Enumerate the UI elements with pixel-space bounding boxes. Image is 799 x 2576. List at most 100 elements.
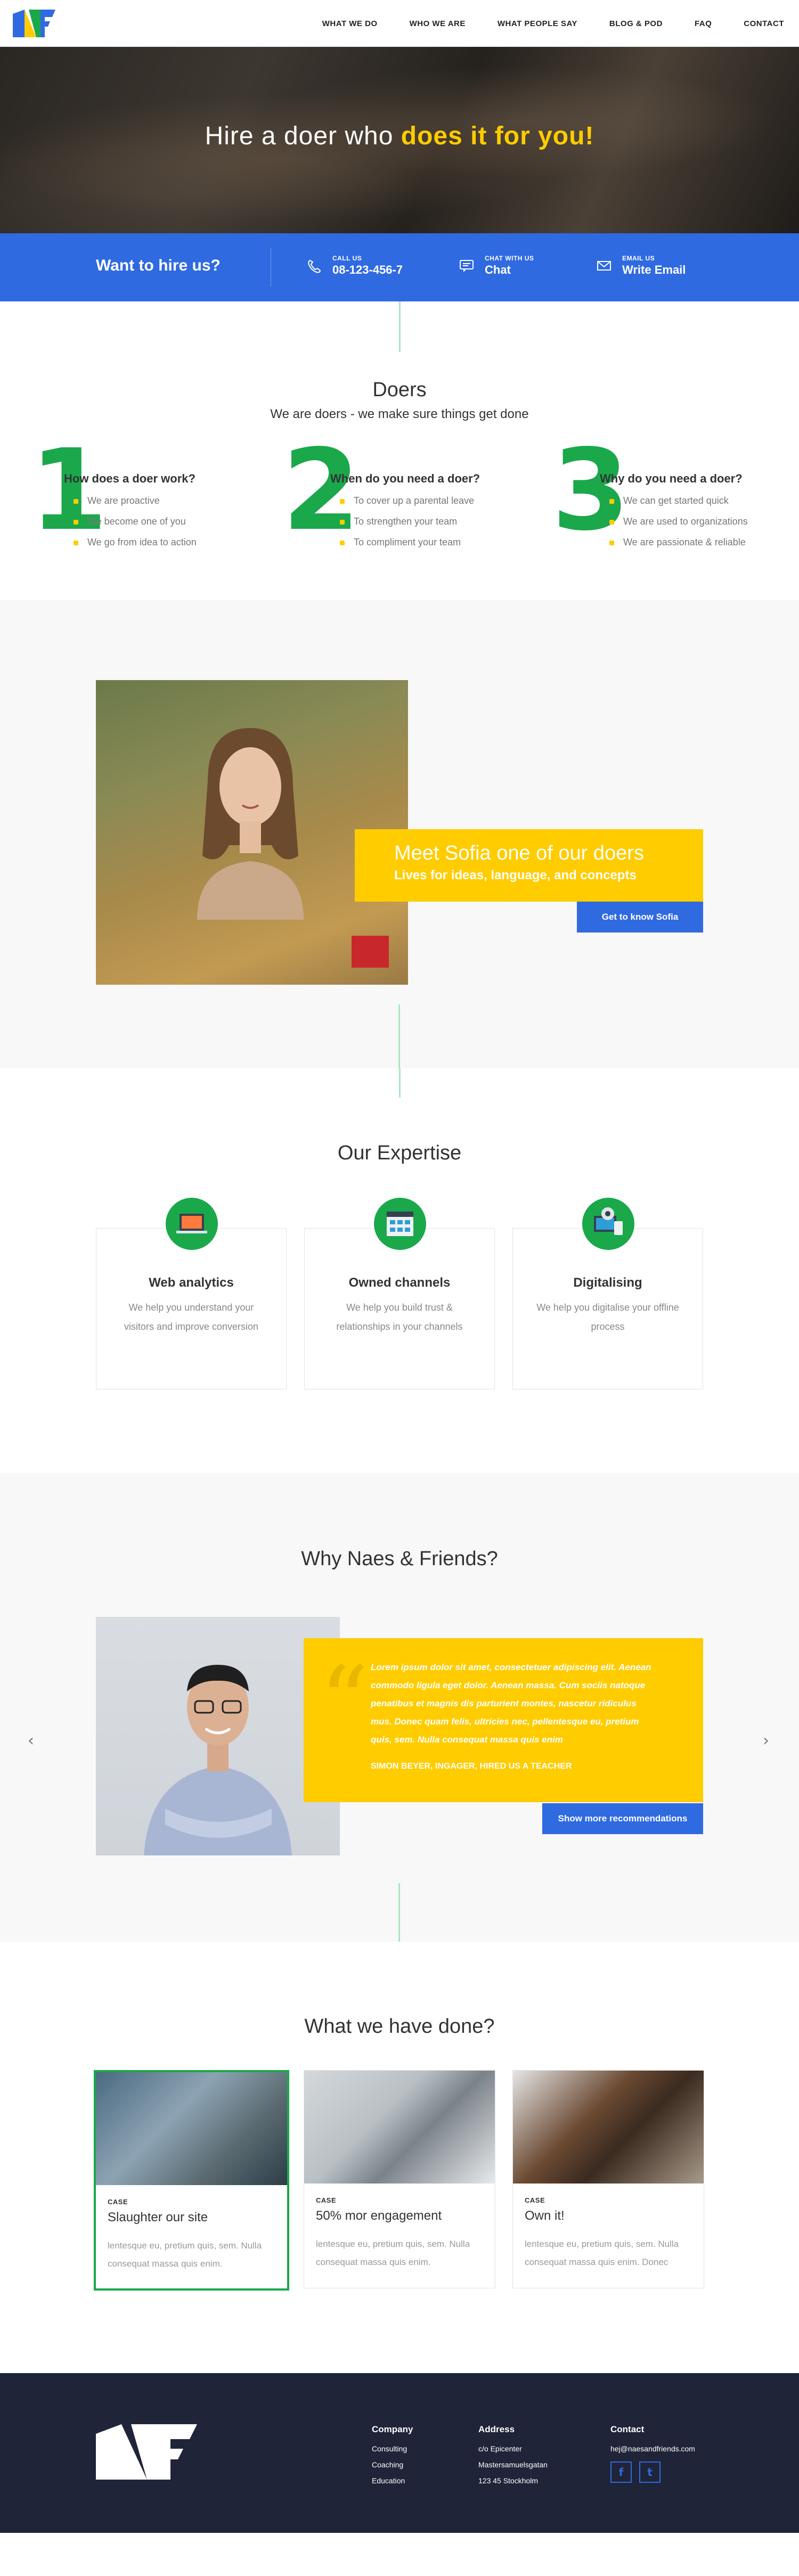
nav-contact[interactable]: CONTACT (744, 19, 784, 28)
hero-title-highlight: does it for you! (401, 122, 594, 150)
nav-what-we-do[interactable]: WHAT WE DO (322, 19, 378, 28)
red-object (352, 936, 389, 968)
envelope-icon (597, 261, 611, 271)
footer-company-column: Company Consulting Coaching Education (372, 2424, 413, 2492)
list-item: We can get started quick (600, 495, 786, 506)
doer-list: We are proactive We become one of you We… (64, 495, 265, 548)
expertise-card-text: We help you digitalise your offline proc… (536, 1302, 679, 1332)
list-item: We are used to organizations (600, 516, 786, 527)
footer-link[interactable]: Education (372, 2476, 413, 2485)
footer-heading: Address (478, 2424, 515, 2434)
phone-icon (308, 259, 321, 273)
doers-subtitle: We are doers - we make sure things get d… (270, 407, 529, 421)
footer-heading: Contact (610, 2424, 645, 2434)
doer-list: We can get started quick We are used to … (600, 495, 786, 548)
list-item: To compliment your team (330, 537, 517, 548)
quote-icon: “ (320, 1646, 369, 1757)
devices-gear-icon (582, 1198, 634, 1250)
chat-item[interactable]: CHAT WITH US Chat (456, 255, 534, 277)
doer-list: To cover up a parental leave To strength… (330, 495, 517, 548)
divider (398, 1004, 400, 1068)
case-text: lentesque eu, pretium quis, sem. Nulla c… (525, 2239, 679, 2267)
case-text: lentesque eu, pretium quis, sem. Nulla c… (108, 2240, 262, 2269)
testimonial-author: SIMON BEYER, INGAGER, HIRED US A TEACHER (371, 1762, 572, 1771)
case-image (304, 2071, 495, 2184)
divider (398, 301, 401, 352)
footer-address-column: Address c/o Epicenter Mastersamuelsgatan… (478, 2424, 548, 2492)
why-title: Why Naes & Friends? (301, 1548, 498, 1570)
list-item: We become one of you (64, 516, 265, 527)
chat-label: CHAT WITH US (485, 255, 534, 262)
call-us-item[interactable]: CALL US 08-123-456-7 (304, 255, 403, 277)
nav-faq[interactable]: FAQ (695, 19, 712, 28)
doers-title: Doers (372, 379, 427, 401)
doer-question: When do you need a doer? (330, 472, 480, 485)
footer-link[interactable]: Consulting (372, 2444, 413, 2453)
chat-icon (460, 260, 474, 272)
sofia-callout: Meet Sofia one of our doers Lives for id… (355, 829, 703, 902)
case-tag: CASE (108, 2198, 128, 2206)
doer-column-3: 3 Why do you need a doer? We can get sta… (552, 435, 786, 558)
footer-email-link[interactable]: hej@naesandfriends.com (610, 2444, 695, 2453)
list-item: We are proactive (64, 495, 265, 506)
case-card-1[interactable]: CASE Slaughter our site lentesque eu, pr… (94, 2070, 289, 2291)
chat-value: Chat (485, 263, 511, 276)
nav-blog-pod[interactable]: BLOG & POD (609, 19, 663, 28)
divider (398, 1883, 400, 1942)
hero-title-plain: Hire a doer who (205, 122, 401, 150)
expertise-card-title: Digitalising (573, 1275, 642, 1290)
list-item: To strengthen your team (330, 516, 517, 527)
doer-question: Why do you need a doer? (600, 472, 743, 485)
expertise-card-owned-channels: Owned channels We help you build trust &… (304, 1198, 495, 1389)
email-value: Write Email (622, 263, 686, 276)
email-label: EMAIL US (622, 255, 655, 262)
hero-title: Hire a doer who does it for you! (0, 121, 799, 151)
case-title: 50% mor engagement (316, 2209, 442, 2223)
list-item: We go from idea to action (64, 537, 265, 548)
expertise-section: Our Expertise Web analytics We help you … (0, 1068, 799, 1473)
case-image (96, 2072, 287, 2185)
carousel-prev-arrow-icon[interactable]: ‹ (28, 1731, 34, 1750)
show-more-recommendations-button[interactable]: Show more recommendations (542, 1803, 703, 1834)
list-item: We are passionate & reliable (600, 537, 786, 548)
doer-column-2: 2 When do you need a doer? To cover up a… (282, 435, 517, 558)
sofia-subheading: Lives for ideas, language, and concepts (394, 868, 637, 882)
case-card-2[interactable]: CASE 50% mor engagement lentesque eu, pr… (304, 2070, 495, 2288)
divider (398, 1068, 401, 1098)
carousel-next-arrow-icon[interactable]: › (763, 1731, 769, 1750)
footer-address-line: c/o Epicenter (478, 2444, 522, 2453)
sofia-heading: Meet Sofia one of our doers (394, 842, 644, 864)
get-to-know-sofia-button[interactable]: Get to know Sofia (577, 902, 703, 933)
cases-section: What we have done? CASE Slaughter our si… (0, 1942, 799, 2373)
footer-link[interactable]: Coaching (372, 2460, 413, 2469)
cases-title: What we have done? (304, 2015, 495, 2038)
doer-column-1: 1 How does a doer work? We are proactive… (30, 435, 265, 558)
expertise-title: Our Expertise (337, 1142, 462, 1164)
doers-section: Doers We are doers - we make sure things… (0, 301, 799, 600)
footer-address-line: 123 45 Stockholm (478, 2476, 539, 2485)
case-title: Own it! (525, 2209, 565, 2223)
footer: Company Consulting Coaching Education Ad… (0, 2373, 799, 2533)
nav-what-people-say[interactable]: WHAT PEOPLE SAY (498, 19, 577, 28)
footer-logo-icon[interactable] (96, 2424, 202, 2480)
testimonial-quote: Lorem ipsum dolor sit amet, consectetuer… (371, 1662, 651, 1745)
expertise-card-digitalising: Digitalising We help you digitalise your… (512, 1198, 703, 1389)
nav-who-we-are[interactable]: WHO WE ARE (410, 19, 466, 28)
expertise-card-title: Web analytics (149, 1275, 234, 1290)
footer-contact-column: Contact hej@naesandfriends.com ft (610, 2424, 695, 2483)
analytics-icon (166, 1198, 218, 1250)
hero-banner: Hire a doer who does it for you! (0, 47, 799, 233)
logo-icon[interactable] (13, 10, 60, 37)
case-card-3[interactable]: CASE Own it! lentesque eu, pretium quis,… (512, 2070, 704, 2288)
email-item[interactable]: EMAIL US Write Email (593, 255, 686, 277)
call-label: CALL US (332, 255, 362, 262)
twitter-icon[interactable]: t (639, 2461, 661, 2483)
doer-question: How does a doer work? (64, 472, 195, 485)
list-item: To cover up a parental leave (330, 495, 517, 506)
nav-menu: WHAT WE DO WHO WE ARE WHAT PEOPLE SAY BL… (290, 0, 784, 47)
expertise-card-text: We help you build trust & relationships … (336, 1302, 463, 1332)
case-image (513, 2071, 704, 2184)
footer-heading: Company (372, 2424, 413, 2434)
case-tag: CASE (316, 2196, 337, 2204)
facebook-icon[interactable]: f (610, 2461, 632, 2483)
